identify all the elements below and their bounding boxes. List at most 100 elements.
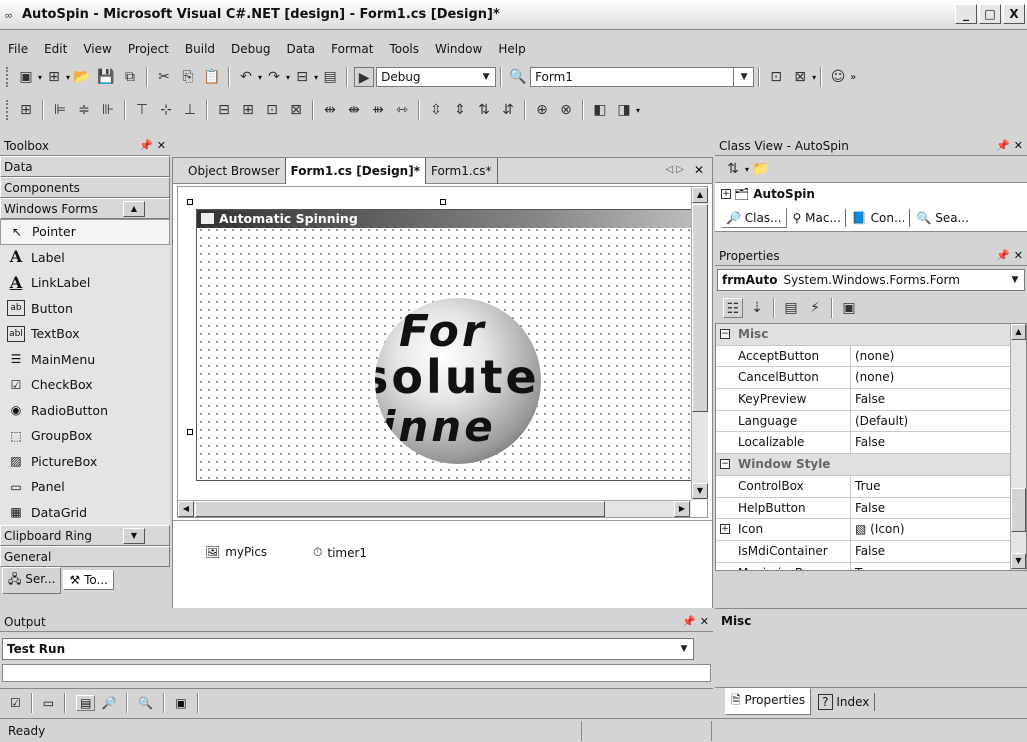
redo-icon[interactable]: ↷ — [264, 67, 284, 87]
menu-build[interactable]: Build — [177, 42, 223, 56]
property-value[interactable]: (Default) — [855, 414, 908, 428]
events-icon[interactable]: ⚡ — [805, 298, 825, 318]
toolbar-overflow-icon[interactable]: » — [850, 72, 856, 83]
alphabetical-icon[interactable]: ⇣ — [747, 298, 767, 318]
decrease-vertical-spacing-icon[interactable]: ⇅ — [474, 100, 494, 120]
close-icon[interactable]: ✕ — [700, 615, 709, 628]
toolbox-category-general[interactable]: General — [0, 546, 170, 567]
bring-to-front-icon[interactable]: ◧ — [590, 100, 610, 120]
scroll-thumb[interactable] — [195, 501, 605, 517]
form-window[interactable]: Automatic Spinning For solute inne — [196, 209, 692, 481]
property-value[interactable]: True — [855, 566, 881, 570]
tab-class-view[interactable]: 🔎 Clas... — [721, 207, 787, 228]
align-tops-icon[interactable]: ⊤ — [132, 100, 152, 120]
save-icon[interactable]: 💾 — [96, 67, 116, 87]
output-text-area[interactable] — [2, 664, 711, 682]
toolbox-item-label[interactable]: A Label — [0, 245, 170, 271]
property-value[interactable]: False — [855, 544, 885, 558]
find-icon[interactable]: 🔍 — [508, 67, 528, 87]
component-timer1[interactable]: ⏱ timer1 — [313, 545, 367, 560]
menu-help[interactable]: Help — [490, 42, 533, 56]
property-value[interactable]: False — [855, 435, 885, 449]
tab-properties[interactable]: 🗎 Properties — [725, 688, 812, 715]
align-bottoms-icon[interactable]: ⊥ — [180, 100, 200, 120]
menu-tools[interactable]: Tools — [381, 42, 427, 56]
tab-form1-code[interactable]: Form1.cs* — [426, 157, 498, 184]
find-dropdown[interactable]: ▼ — [734, 67, 755, 87]
property-row[interactable]: HelpButton False — [716, 497, 1026, 520]
scroll-thumb[interactable] — [1011, 488, 1026, 532]
task-list-icon[interactable]: ☑ — [10, 696, 21, 710]
undo-icon[interactable]: ↶ — [236, 67, 256, 87]
property-value[interactable]: (none) — [855, 370, 894, 384]
scroll-right-icon[interactable]: ▶ — [674, 501, 690, 517]
send-to-back-icon[interactable]: ◨ — [614, 100, 634, 120]
find-symbol-icon[interactable]: 🔍 — [138, 696, 153, 710]
scroll-down-icon[interactable]: ▼ — [123, 528, 145, 544]
sort-by-icon[interactable]: ⇅ — [723, 159, 743, 179]
remove-horizontal-spacing-icon[interactable]: ⇿ — [392, 100, 412, 120]
tab-macro-explorer[interactable]: ⚲ Mac... — [789, 208, 846, 227]
property-row[interactable]: + Icon ▧ (Icon) — [716, 519, 1026, 541]
size-to-grid-icon[interactable]: ⊞ — [238, 100, 258, 120]
scroll-up-icon[interactable]: ▲ — [692, 187, 708, 203]
chevron-down-icon[interactable]: ▼ — [736, 69, 752, 85]
close-icon[interactable]: ✕ — [1014, 139, 1023, 152]
find-results-icon[interactable]: 🔎 — [101, 696, 116, 710]
toolbox-item-picturebox[interactable]: ▨ PictureBox — [0, 449, 170, 475]
menu-format[interactable]: Format — [323, 42, 381, 56]
maximize-button[interactable]: □ — [979, 4, 1001, 24]
increase-horizontal-spacing-icon[interactable]: ⇼ — [344, 100, 364, 120]
toolbox-category-data[interactable]: Data — [0, 156, 170, 177]
resize-handle[interactable] — [440, 199, 446, 205]
properties-view-icon[interactable]: ▤ — [781, 298, 801, 318]
class-tree-root[interactable]: AutoSpin — [753, 187, 815, 201]
find-combo[interactable]: Form1 — [530, 67, 735, 87]
start-icon[interactable]: ▶ — [354, 67, 375, 87]
close-document-icon[interactable]: ✕ — [694, 163, 704, 177]
output-pane-selector[interactable]: Test Run ▼ — [2, 638, 694, 660]
expand-icon[interactable]: + — [721, 188, 731, 199]
categorized-icon[interactable]: ☷ — [723, 298, 743, 318]
breakpoints-icon[interactable]: ▣ — [175, 696, 186, 710]
menu-view[interactable]: View — [75, 42, 119, 56]
toolbox-item-groupbox[interactable]: ⬚ GroupBox — [0, 423, 170, 449]
navigate-forward-icon[interactable]: ▤ — [320, 67, 340, 87]
navigate-icon[interactable]: ⊟ — [292, 67, 312, 87]
component-mypics[interactable]: 🖼 myPics — [205, 545, 267, 559]
toolbar-grip[interactable] — [6, 67, 10, 87]
solution-explorer-icon[interactable]: ⊡ — [766, 67, 786, 87]
property-row[interactable]: KeyPreview False — [716, 389, 1026, 411]
close-icon[interactable]: ✕ — [157, 139, 166, 152]
align-centers-icon[interactable]: ≑ — [74, 100, 94, 120]
copy-icon[interactable]: ⎘ — [178, 67, 198, 87]
scroll-up-icon[interactable]: ▲ — [1011, 324, 1026, 340]
object-selector[interactable]: frmAuto System.Windows.Forms.Form ▼ — [717, 269, 1025, 291]
close-icon[interactable]: ✕ — [1014, 249, 1023, 262]
toolbox-category-windows-forms[interactable]: Windows Forms ▲ — [0, 198, 170, 219]
toolbox-item-textbox[interactable]: abl TextBox — [0, 321, 170, 347]
scroll-left-icon[interactable]: ◀ — [178, 501, 194, 517]
make-same-width-icon[interactable]: ⊟ — [214, 100, 234, 120]
property-row[interactable]: CancelButton (none) — [716, 367, 1026, 390]
open-icon[interactable]: 📂 — [72, 67, 92, 87]
property-row[interactable]: Localizable False — [716, 432, 1026, 455]
close-button[interactable]: X — [1003, 4, 1025, 24]
property-grid-scrollbar[interactable]: ▲ ▼ — [1010, 324, 1026, 570]
property-value[interactable]: (none) — [855, 349, 894, 363]
toolbox-item-datagrid[interactable]: ▦ DataGrid — [0, 500, 170, 526]
menu-project[interactable]: Project — [120, 42, 177, 56]
pin-icon[interactable]: 📌 — [996, 139, 1010, 152]
vertical-spacing-equal-icon[interactable]: ⇳ — [426, 100, 446, 120]
tab-search[interactable]: 🔍 Sea... — [912, 209, 973, 227]
chevron-down-icon[interactable]: ▼ — [676, 641, 692, 657]
property-row[interactable]: MaximizeBox True — [716, 562, 1026, 570]
menu-debug[interactable]: Debug — [223, 42, 278, 56]
smiley-icon[interactable]: ☺ — [828, 67, 848, 87]
align-lefts-icon[interactable]: ⊫ — [50, 100, 70, 120]
scroll-thumb[interactable] — [692, 204, 708, 412]
server-explorer-tab[interactable]: 🖧 Ser... — [2, 566, 62, 594]
toolbox-item-checkbox[interactable]: ☑ CheckBox — [0, 372, 170, 398]
output-window-icon[interactable]: ▤ — [76, 694, 96, 711]
scroll-down-icon[interactable]: ▼ — [692, 483, 708, 499]
